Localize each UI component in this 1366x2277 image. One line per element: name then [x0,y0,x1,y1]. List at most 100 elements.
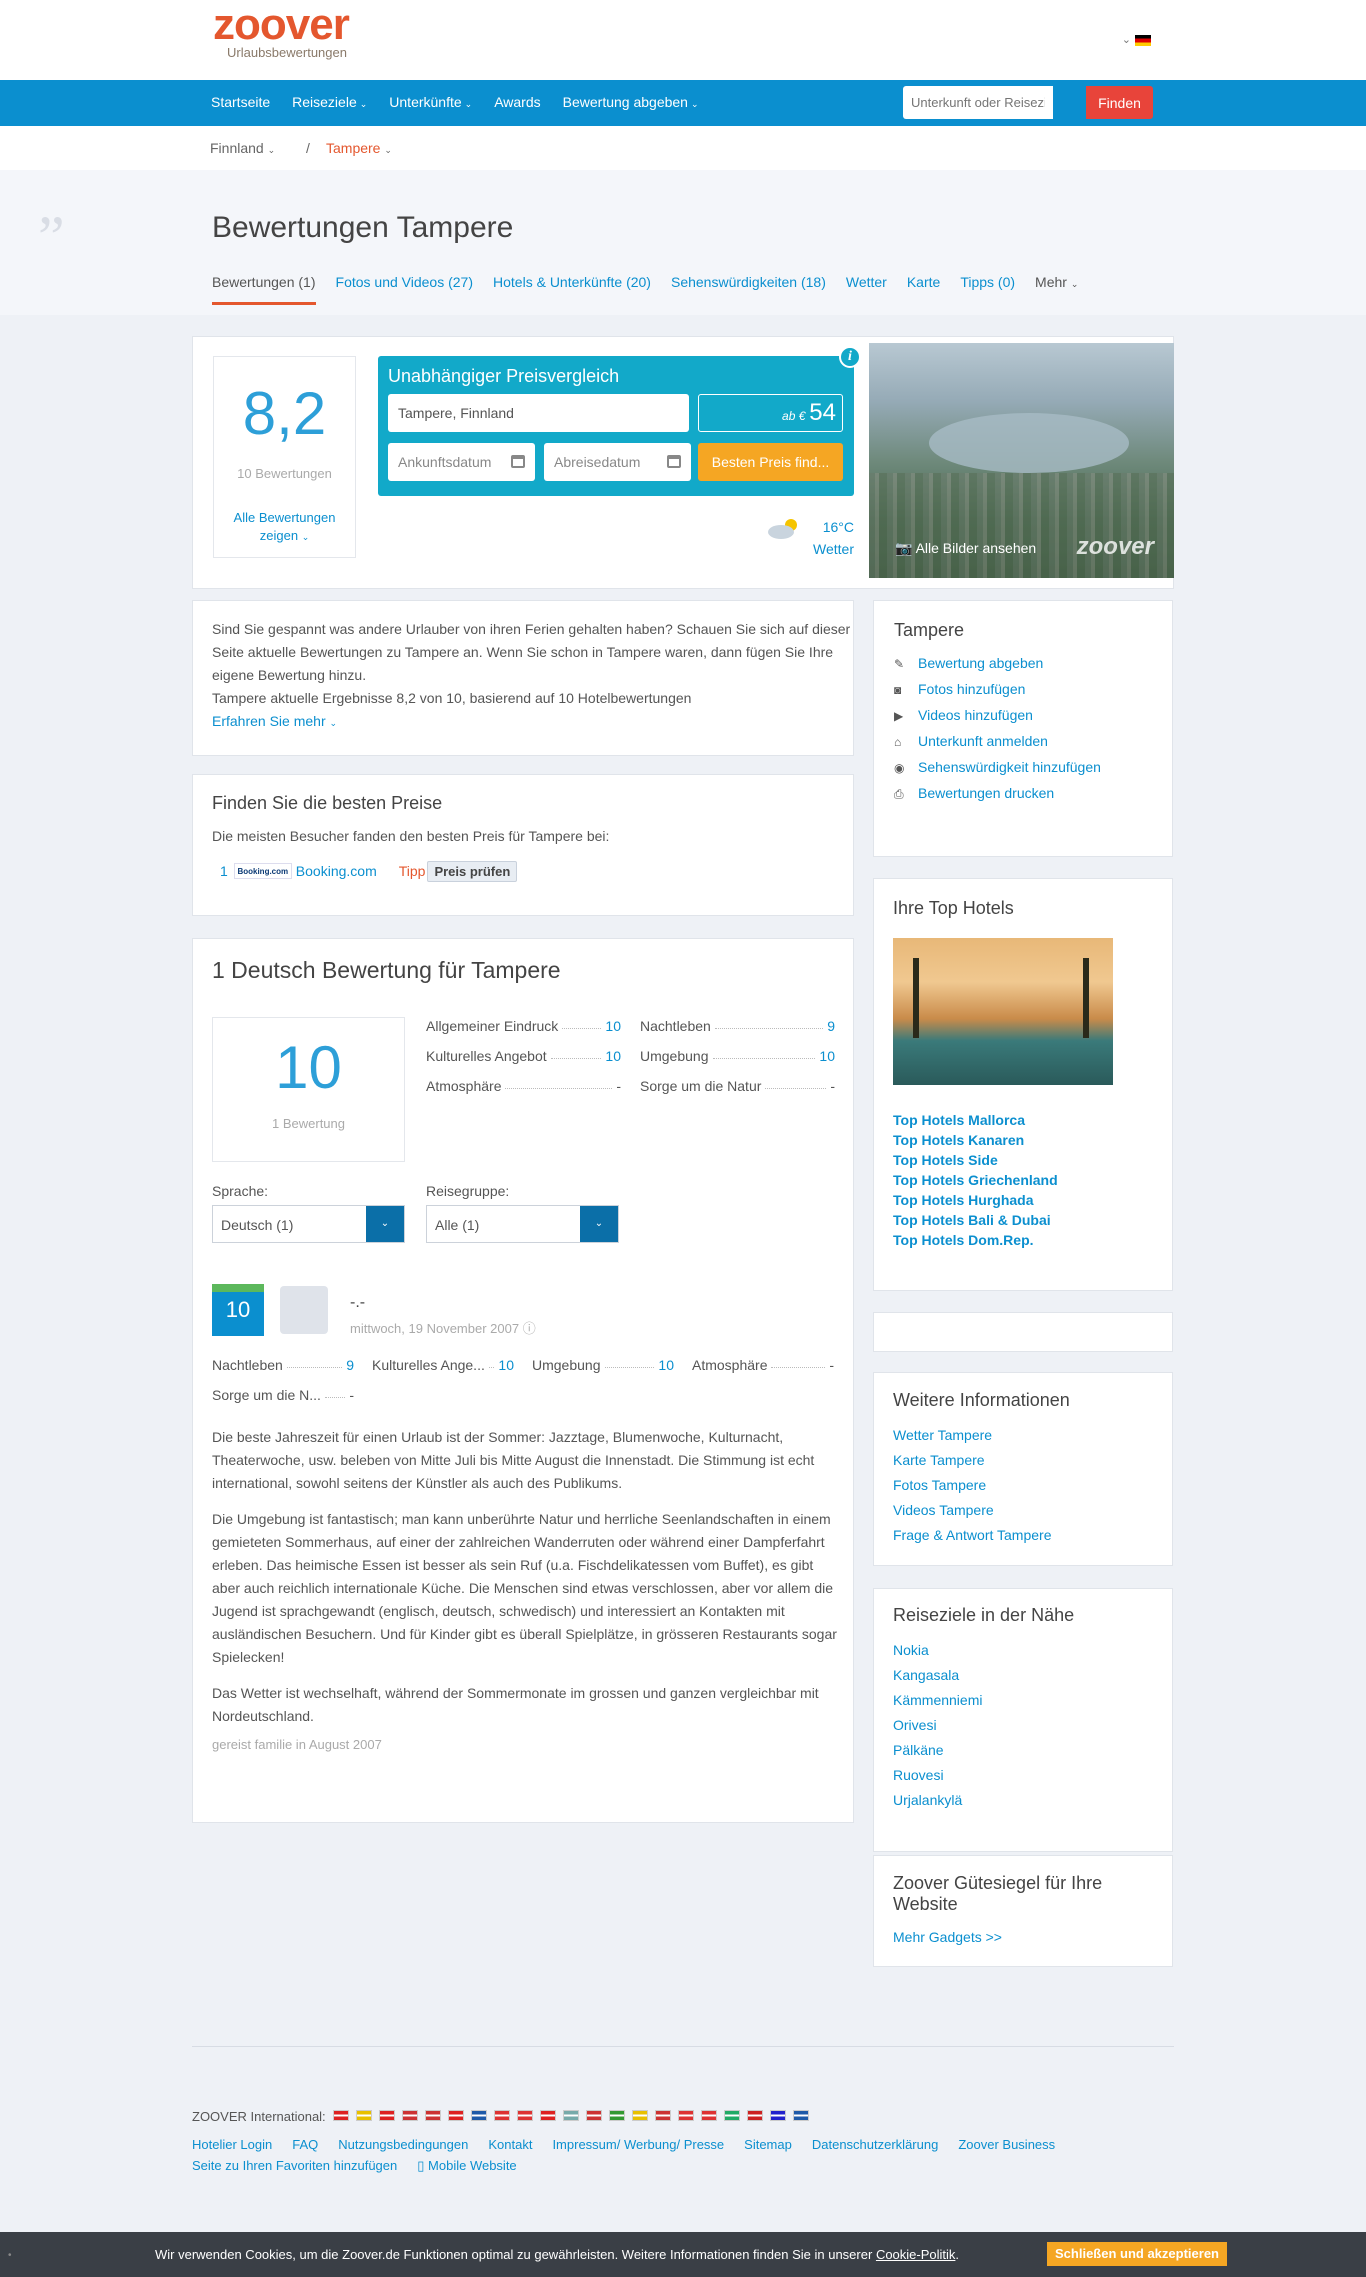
group-select[interactable]: Alle (1) ⌄ [426,1205,619,1243]
destination-field[interactable]: Tampere, Finnland [388,394,689,432]
destination-photo[interactable]: 📷 Alle Bilder ansehen zoover [869,343,1174,578]
info-link[interactable]: Wetter Tampere [893,1427,1070,1452]
info-link[interactable]: Frage & Antwort Tampere [893,1527,1070,1552]
footer-link[interactable]: Sitemap [744,2137,792,2152]
zoover-logo[interactable]: zoover Urlaubsbewertungen [207,3,382,71]
country-flag-icon[interactable] [562,2110,579,2121]
tab-mehr[interactable]: Mehr ⌄ [1035,274,1078,305]
info-link[interactable]: Videos Tampere [893,1502,1070,1527]
action-bewertungen-drucken[interactable]: ⎙ Bewertungen drucken [894,785,1163,811]
nearby-link[interactable]: Orivesi [893,1717,1074,1742]
tab-wetter[interactable]: Wetter [846,274,887,305]
footer-link[interactable]: Zoover Business [958,2137,1055,2152]
more-gadgets-link[interactable]: Mehr Gadgets >> [893,1929,1113,1945]
country-flag-icon[interactable] [493,2110,510,2121]
nav-awards[interactable]: Awards [494,94,540,110]
search-input[interactable] [903,86,1053,119]
country-flag-icon[interactable] [378,2110,395,2121]
top-hotels-link[interactable]: Top Hotels Griechenland [893,1172,1058,1192]
view-all-photos-link[interactable]: 📷 Alle Bilder ansehen [895,540,1036,557]
footer-link[interactable]: Kontakt [488,2137,532,2152]
tab-karte[interactable]: Karte [907,274,940,305]
info-link[interactable]: Karte Tampere [893,1452,1070,1477]
tab-tipps[interactable]: Tipps (0) [960,274,1015,305]
action-videos-hinzufuegen[interactable]: ▶ Videos hinzufügen [894,707,1163,733]
country-flag-icon[interactable] [585,2110,602,2121]
footer-link[interactable]: Nutzungsbedingungen [338,2137,468,2152]
country-flag-icon[interactable] [355,2110,372,2121]
country-flag-icon[interactable] [723,2110,740,2121]
top-hotels-link[interactable]: Top Hotels Side [893,1152,1058,1172]
all-reviews-link[interactable]: Alle Bewertungen zeigen ⌄ [214,509,355,546]
tab-bewertungen[interactable]: Bewertungen (1) [212,274,316,305]
arrival-date-field[interactable]: Ankunftsdatum [388,443,535,481]
breadcrumb-city[interactable]: Tampere ⌄ [326,140,392,156]
nearby-link[interactable]: Urjalankylä [893,1792,1074,1817]
country-flag-icon[interactable] [332,2110,349,2121]
top-hotels-link[interactable]: Top Hotels Dom.Rep. [893,1232,1058,1252]
chevron-down-icon: ⌄ [690,99,699,109]
find-best-price-button[interactable]: Besten Preis find... [698,443,843,481]
pencil-icon: ✎ [894,657,905,671]
country-flag-icon[interactable] [424,2110,441,2121]
nav-unterkuenfte[interactable]: Unterkünfte ⌄ [389,94,472,110]
country-flag-icon[interactable] [677,2110,694,2121]
country-flag-icon[interactable] [470,2110,487,2121]
nearby-link[interactable]: Ruovesi [893,1767,1074,1792]
country-flag-icon[interactable] [746,2110,763,2121]
tab-fotos-videos[interactable]: Fotos und Videos (27) [336,274,474,305]
nav-bewertung-abgeben[interactable]: Bewertung abgeben ⌄ [563,94,699,110]
weather-widget[interactable]: 16°C Wetter [766,513,856,563]
action-sehenswuerdigkeit-hinzufuegen[interactable]: ◉ Sehenswürdigkeit hinzufügen [894,759,1163,785]
search-button[interactable]: Finden [1086,86,1153,119]
nav-startseite[interactable]: Startseite [211,94,270,110]
learn-more-link[interactable]: Erfahren Sie mehr ⌄ [212,710,852,735]
tab-sehenswuerdigkeiten[interactable]: Sehenswürdigkeiten (18) [671,274,826,305]
country-flag-icon[interactable] [516,2110,533,2121]
language-select[interactable]: Deutsch (1) ⌄ [212,1205,405,1243]
check-price-button[interactable]: Preis prüfen [427,860,518,882]
breadcrumb-country[interactable]: Finnland ⌄ [210,140,275,156]
footer-link[interactable]: Hotelier Login [192,2137,272,2152]
country-flag-icon[interactable] [447,2110,464,2121]
cookie-policy-link[interactable]: Cookie-Politik [876,2247,955,2262]
rating-row: Kulturelles Angebot 10 [426,1048,621,1064]
top-hotels-link[interactable]: Top Hotels Hurghada [893,1192,1058,1212]
footer-link[interactable]: ▯ Mobile Website [417,2158,516,2173]
top-hotels-link[interactable]: Top Hotels Mallorca [893,1112,1058,1132]
provider-link[interactable]: Booking.com [296,863,377,879]
action-unterkunft-anmelden[interactable]: ⌂ Unterkunft anmelden [894,733,1163,759]
country-flag-icon[interactable] [769,2110,786,2121]
info-icon[interactable]: i [839,346,861,368]
country-flag-icon[interactable] [631,2110,648,2121]
footer-link[interactable]: Datenschutzerklärung [812,2137,938,2152]
footer-link[interactable]: Seite zu Ihren Favoriten hinzufügen [192,2158,397,2173]
price-comparison: Unabhängiger Preisvergleich Tampere, Fin… [378,356,854,496]
country-flag-icon[interactable] [401,2110,418,2121]
top-hotels-link[interactable]: Top Hotels Kanaren [893,1132,1058,1152]
departure-date-field[interactable]: Abreisedatum [544,443,691,481]
country-flag-icon[interactable] [608,2110,625,2121]
tab-hotels[interactable]: Hotels & Unterkünfte (20) [493,274,651,305]
nearby-link[interactable]: Nokia [893,1642,1074,1667]
accept-cookies-button[interactable]: Schließen und akzeptieren [1047,2242,1227,2266]
language-selector[interactable]: ⌄ [1122,33,1151,46]
top-hotels-image[interactable] [893,938,1113,1085]
info-icon[interactable]: ⓘ [523,1321,536,1336]
country-flag-icon[interactable] [654,2110,671,2121]
footer-link[interactable]: Impressum/ Werbung/ Presse [552,2137,724,2152]
weather-link[interactable]: Wetter [813,541,854,557]
country-flag-icon[interactable] [539,2110,556,2121]
nearby-link[interactable]: Kangasala [893,1667,1074,1692]
country-flag-icon[interactable] [700,2110,717,2121]
nearby-link[interactable]: Kämmenniemi [893,1692,1074,1717]
footer-link[interactable]: FAQ [292,2137,318,2152]
nearby-link[interactable]: Pälkäne [893,1742,1074,1767]
breadcrumb: Finnland ⌄ / Tampere ⌄ [0,126,1366,170]
info-link[interactable]: Fotos Tampere [893,1477,1070,1502]
action-fotos-hinzufuegen[interactable]: ◙ Fotos hinzufügen [894,681,1163,707]
country-flag-icon[interactable] [792,2110,809,2121]
action-bewertung-abgeben[interactable]: ✎ Bewertung abgeben [894,655,1163,681]
nav-reiseziele[interactable]: Reiseziele ⌄ [292,94,367,110]
top-hotels-link[interactable]: Top Hotels Bali & Dubai [893,1212,1058,1232]
